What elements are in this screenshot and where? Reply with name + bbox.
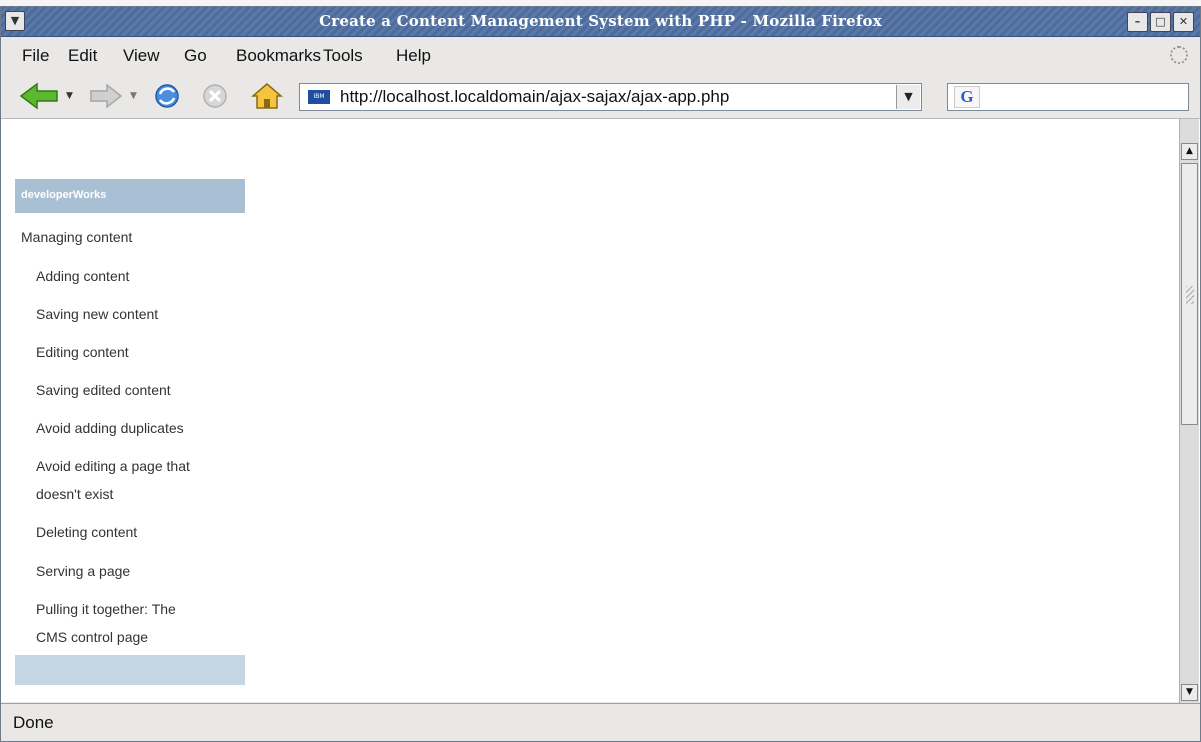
sidebar-item-deleting-content[interactable]: Deleting content	[36, 522, 137, 542]
scroll-grip	[1186, 286, 1194, 304]
reload-icon[interactable]	[151, 82, 183, 110]
scroll-down-arrow-icon[interactable]: ▼	[1181, 684, 1198, 701]
google-search-engine-icon[interactable]: G	[954, 86, 980, 108]
sidebar-item-editing-content[interactable]: Editing content	[36, 342, 129, 362]
status-bar: Done	[1, 703, 1200, 741]
sidebar-item-pulling-together-line2[interactable]: CMS control page	[36, 627, 148, 647]
menu-view[interactable]: View	[123, 46, 160, 66]
window-controls: – □ ✕	[1127, 12, 1194, 32]
forward-history-dropdown[interactable]: ▼	[130, 91, 140, 101]
sidebar-item-saving-edited-content[interactable]: Saving edited content	[36, 380, 171, 400]
scroll-up-arrow-icon[interactable]: ▲	[1181, 143, 1198, 160]
sidebar-item-serving-a-page[interactable]: Serving a page	[36, 561, 130, 581]
menu-file[interactable]: File	[22, 46, 49, 66]
menu-help[interactable]: Help	[396, 46, 431, 66]
maximize-button[interactable]: □	[1150, 12, 1171, 32]
sidebar-item-avoid-editing-line1[interactable]: Avoid editing a page that	[36, 456, 190, 476]
back-arrow-icon[interactable]	[19, 82, 59, 110]
close-button[interactable]: ✕	[1173, 12, 1194, 32]
window-title: Create a Content Management System with …	[319, 12, 882, 30]
url-history-dropdown[interactable]: ▼	[896, 85, 920, 109]
navigation-toolbar: ▼ ▼ IBM http://localhost.localdomain/aja…	[1, 74, 1200, 118]
back-history-dropdown[interactable]: ▼	[66, 91, 76, 101]
menu-bar: File Edit View Go Bookmarks Tools Help	[1, 38, 1200, 74]
title-bar[interactable]: ▼ Create a Content Management System wit…	[1, 7, 1200, 37]
sidebar-item-saving-new-content[interactable]: Saving new content	[36, 304, 158, 324]
sidebar-item-avoid-adding-duplicates[interactable]: Avoid adding duplicates	[36, 418, 184, 438]
sidebar-header-title: developerWorks	[21, 189, 107, 201]
menu-bookmarks[interactable]: Bookmarks	[236, 46, 321, 66]
forward-arrow-icon[interactable]	[89, 82, 123, 110]
home-icon[interactable]	[251, 82, 283, 110]
sidebar-footer	[15, 655, 245, 685]
page-content: developerWorks Managing content Adding c…	[1, 118, 1200, 703]
vertical-scrollbar[interactable]: ▲ ▼	[1179, 119, 1199, 703]
menu-go[interactable]: Go	[184, 46, 207, 66]
address-bar[interactable]: IBM http://localhost.localdomain/ajax-sa…	[299, 83, 922, 111]
sidebar-item-adding-content[interactable]: Adding content	[36, 266, 129, 286]
scroll-thumb[interactable]	[1181, 163, 1198, 425]
stop-icon[interactable]	[201, 82, 229, 110]
sidebar-item-managing-content[interactable]: Managing content	[21, 227, 132, 247]
search-box[interactable]: G	[947, 83, 1189, 111]
status-text: Done	[13, 713, 54, 732]
menu-edit[interactable]: Edit	[68, 46, 97, 66]
url-text[interactable]: http://localhost.localdomain/ajax-sajax/…	[340, 87, 729, 107]
throbber-icon	[1170, 46, 1188, 64]
menu-tools[interactable]: Tools	[323, 46, 363, 66]
browser-window: ▼ Create a Content Management System wit…	[0, 6, 1201, 742]
site-favicon-icon: IBM	[308, 90, 330, 104]
minimize-button[interactable]: –	[1127, 12, 1148, 32]
sidebar-header: developerWorks	[15, 179, 245, 213]
sidebar-item-pulling-together-line1[interactable]: Pulling it together: The	[36, 599, 176, 619]
sidebar-item-avoid-editing-line2[interactable]: doesn't exist	[36, 484, 113, 504]
